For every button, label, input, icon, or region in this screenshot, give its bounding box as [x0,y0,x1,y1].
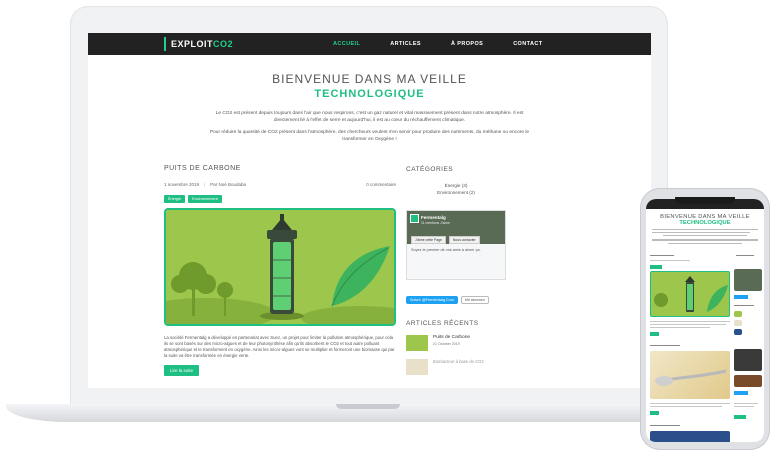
facebook-like-button[interactable]: J'aime cette Page [411,236,446,244]
recent-article-title[interactable]: Bioréacteur à base de CO2 [433,359,484,364]
facebook-widget: Fermentalg 11 mentions J'aime J'aime cet… [406,210,506,280]
tag-energie[interactable]: Énergie [164,195,186,203]
hero-subtitle: TECHNOLOGIQUE [314,88,425,100]
facebook-avatar[interactable] [410,214,419,223]
phone-post-image[interactable] [650,271,730,317]
post-title[interactable]: PUITS DE CARBONE [164,165,396,172]
sidebar: CATÉGORIES Énergie (3) Environnement (2)… [406,166,506,375]
facebook-cover: Fermentalg 11 mentions J'aime J'aime cet… [407,211,505,244]
post-meta: 1 novembre 2019 | Par Noé Boudaba 0 comm… [164,182,396,187]
featured-post: PUITS DE CARBONE 1 novembre 2019 | Par N… [164,165,396,377]
post-image[interactable] [164,208,396,326]
nav-accueil[interactable]: ACCUEIL [333,33,360,55]
tag-environnement[interactable]: Environnement [188,195,222,203]
meta-separator: | [204,182,206,187]
phone-second-post-image[interactable] [650,351,730,399]
facebook-page-name[interactable]: Fermentalg [421,215,446,220]
categories-list: Énergie (3) Environnement (2) [406,183,506,196]
phone-notch [675,197,735,204]
nav-articles[interactable]: ARTICLES [390,33,421,55]
phone-intro-text [652,229,758,244]
post-comments[interactable]: 0 commentaire [366,182,396,187]
phone-facebook-widget[interactable] [734,269,762,291]
recent-article-thumbnail[interactable] [406,335,428,351]
site-logo[interactable]: EXPLOITCO2 [164,37,233,51]
hero-title: BIENVENUE DANS MA VEILLE [272,72,467,86]
facebook-buttons: J'aime cette Page Nous contacter [411,236,480,244]
spoon-illustration [655,369,727,386]
phone-screen: BIENVENUE DANS MA VEILLE TECHNOLOGIQUE [646,199,764,442]
intro-paragraph-1: Le CO2 est présent depuis toujours dans … [215,111,524,123]
logo-accent: CO2 [213,39,234,49]
post-tags: Énergie Environnement [164,195,396,203]
twitter-follow-button[interactable]: Suivre @Fermentalg.Com [406,296,458,304]
phone-third-post-image[interactable] [650,431,730,442]
nav-a-propos[interactable]: À PROPOS [451,33,483,55]
read-more-button[interactable]: Lire la suite [164,365,200,376]
categories-heading: CATÉGORIES [406,166,454,173]
recent-article-title[interactable]: Puits de Carbone [433,335,470,340]
recent-article[interactable]: Puits de Carbone 21 October 2019 [406,335,506,351]
recent-article-date: 21 October 2019 [433,342,460,346]
recent-article-thumbnail[interactable] [406,359,428,375]
intro-text: Le CO2 est présent depuis toujours dans … [205,110,535,143]
nav-contact[interactable]: CONTACT [513,33,542,55]
laptop-screen: EXPLOITCO2 ACCUEIL ARTICLES À PROPOS CON… [88,33,651,388]
recent-article[interactable]: Bioréacteur à base de CO2 [406,359,506,375]
phone-column-illustration [654,276,728,312]
top-navbar: EXPLOITCO2 ACCUEIL ARTICLES À PROPOS CON… [88,33,651,55]
facebook-page-sub: 11 mentions J'aime [421,221,450,225]
mockup-stage: EXPLOITCO2 ACCUEIL ARTICLES À PROPOS CON… [0,0,770,452]
post-author: Par Noé Boudaba [210,182,246,187]
laptop-notch [336,404,400,409]
algae-column-illustration [166,210,394,324]
post-date: 1 novembre 2019 [164,182,200,187]
facebook-caption: Soyez le premier de vos amis à aimer ça. [411,248,481,252]
hero-section: BIENVENUE DANS MA VEILLE TECHNOLOGIQUE L… [88,55,651,143]
facebook-contact-button[interactable]: Nous contacter [448,236,480,244]
twitter-secondary-button[interactable]: Mit abonnen [460,296,489,304]
post-excerpt: La société Fermentalg a développé en par… [164,335,395,358]
twitter-row: Suivre @Fermentalg.Com Mit abonnen [406,296,506,304]
phone-hero-subtitle: TECHNOLOGIQUE [679,220,731,226]
logo-text: EXPLOIT [171,39,214,49]
intro-paragraph-2: Pour réduire la quantité de CO2 présent … [209,130,530,142]
recent-articles-heading: ARTICLES RÉCENTS [406,320,479,327]
nav-links: ACCUEIL ARTICLES À PROPOS CONTACT [333,33,572,55]
category-environnement[interactable]: Environnement (2) [406,190,506,197]
